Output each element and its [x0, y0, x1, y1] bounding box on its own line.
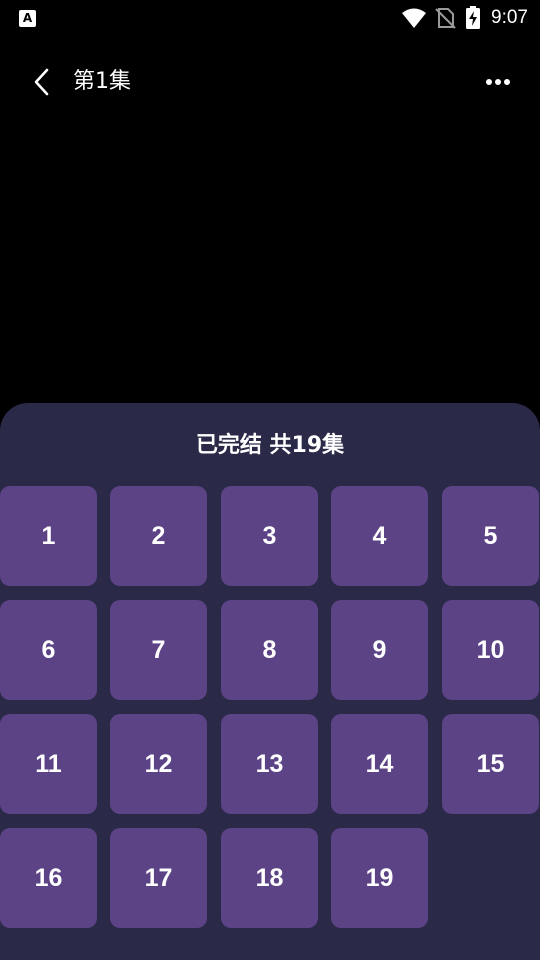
- episode-tile[interactable]: 7: [110, 600, 207, 700]
- video-player[interactable]: [0, 112, 540, 404]
- episode-tile[interactable]: 16: [0, 828, 97, 928]
- episode-tile[interactable]: 18: [221, 828, 318, 928]
- episode-tile[interactable]: 1: [0, 486, 97, 586]
- status-icons: 9:07: [401, 6, 528, 30]
- episode-tile[interactable]: 10: [442, 600, 539, 700]
- episode-tile[interactable]: 12: [110, 714, 207, 814]
- episode-tile[interactable]: 6: [0, 600, 97, 700]
- episode-tile[interactable]: 14: [331, 714, 428, 814]
- wifi-icon: [402, 8, 427, 28]
- episode-tile[interactable]: 17: [110, 828, 207, 928]
- episode-tile[interactable]: 9: [331, 600, 428, 700]
- episode-tile[interactable]: 15: [442, 714, 539, 814]
- episode-sheet: 已完结 共19集 1 2 3 4 5 6 7 8 9 10 11 12 13 14 15 16 17 18 19: [0, 403, 540, 960]
- more-dots-icon: [486, 79, 510, 85]
- episode-tile[interactable]: 4: [331, 486, 428, 586]
- back-button[interactable]: [24, 64, 60, 100]
- episode-tile[interactable]: 13: [221, 714, 318, 814]
- header: 第1集: [0, 52, 540, 112]
- episode-tile[interactable]: 19: [331, 828, 428, 928]
- episode-tile[interactable]: 2: [110, 486, 207, 586]
- battery-charging-icon: [466, 6, 481, 29]
- more-options-button[interactable]: [482, 68, 514, 96]
- episode-tile[interactable]: 11: [0, 714, 97, 814]
- episode-tile[interactable]: 5: [442, 486, 539, 586]
- page-title: 第1集: [73, 69, 131, 94]
- episode-sheet-title: 已完结 共19集: [195, 433, 345, 458]
- episode-tile[interactable]: 3: [221, 486, 318, 586]
- chevron-left-icon: [34, 68, 49, 96]
- app-notification-letter: A: [22, 11, 33, 25]
- app-notification-icon: A: [19, 10, 36, 27]
- no-sim-icon: [435, 8, 456, 29]
- episode-tile[interactable]: 8: [221, 600, 318, 700]
- status-bar: A 9:07: [0, 0, 540, 36]
- status-time: 9:07: [491, 7, 528, 28]
